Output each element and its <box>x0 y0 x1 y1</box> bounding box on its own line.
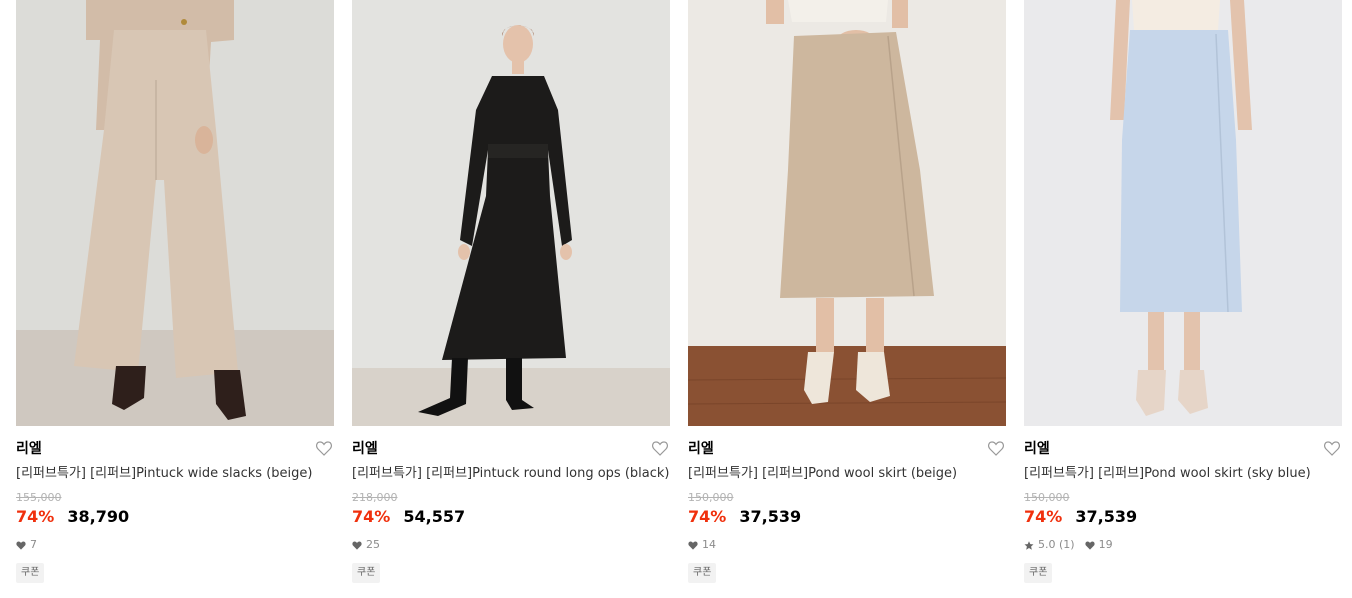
product-image[interactable] <box>352 0 670 426</box>
product-image[interactable] <box>688 0 1006 426</box>
price-row: 74% 38,790 <box>16 507 129 527</box>
product-title[interactable]: [리퍼브특가] [리퍼브]Pond wool skirt (beige) <box>688 465 1006 482</box>
sale-price: 37,539 <box>1075 507 1138 526</box>
heart-filled-icon <box>1084 541 1095 550</box>
heart-outline-icon[interactable] <box>988 441 1004 456</box>
likes-count: 7 <box>30 538 37 551</box>
product-photo-wool-skirt-sky-blue <box>1024 0 1342 426</box>
original-price: 150,000 <box>1024 491 1070 504</box>
heart-filled-icon <box>16 541 26 550</box>
product-meta: 5.0 (1) 19 <box>1024 538 1123 552</box>
product-photo-wide-slacks <box>16 0 334 426</box>
price-row: 74% 37,539 <box>1024 507 1137 527</box>
brand-name[interactable]: 리엘 <box>1024 440 1050 458</box>
brand-name[interactable]: 리엘 <box>688 440 714 458</box>
discount-rate: 74% <box>16 507 55 526</box>
rating: 5.0 (1) <box>1024 538 1075 552</box>
product-card[interactable]: 리엘 [리퍼브특가] [리퍼브]Pintuck wide slacks (bei… <box>16 0 334 598</box>
product-meta: 14 <box>688 538 726 552</box>
product-title[interactable]: [리퍼브특가] [리퍼브]Pintuck wide slacks (beige) <box>16 465 334 482</box>
likes: 25 <box>352 538 380 552</box>
original-price: 155,000 <box>16 491 62 504</box>
heart-filled-icon <box>352 541 362 550</box>
sale-price: 38,790 <box>67 507 130 526</box>
product-meta: 25 <box>352 538 390 552</box>
product-card[interactable]: 리엘 [리퍼브특가] [리퍼브]Pintuck round long ops (… <box>352 0 670 598</box>
coupon-badge: 쿠폰 <box>16 563 45 583</box>
product-card[interactable]: 리엘 [리퍼브특가] [리퍼브]Pond wool skirt (sky blu… <box>1024 0 1342 598</box>
product-photo-wool-skirt-beige <box>688 0 1006 426</box>
product-image[interactable] <box>1024 0 1342 426</box>
sale-price: 37,539 <box>739 507 802 526</box>
coupon-badge: 쿠폰 <box>688 563 717 583</box>
coupon-badge: 쿠폰 <box>352 563 381 583</box>
product-photo-long-dress <box>352 0 670 426</box>
discount-rate: 74% <box>688 507 727 526</box>
product-title[interactable]: [리퍼브특가] [리퍼브]Pintuck round long ops (bla… <box>352 465 670 482</box>
original-price: 218,000 <box>352 491 398 504</box>
likes: 14 <box>688 538 716 552</box>
product-grid: 리엘 [리퍼브특가] [리퍼브]Pintuck wide slacks (bei… <box>16 0 1342 598</box>
heart-outline-icon[interactable] <box>1324 441 1340 456</box>
star-icon <box>1024 540 1034 550</box>
coupon-badge: 쿠폰 <box>1024 563 1053 583</box>
product-meta: 7 <box>16 538 47 552</box>
original-price: 150,000 <box>688 491 734 504</box>
sale-price: 54,557 <box>403 507 466 526</box>
likes-count: 14 <box>702 538 716 551</box>
likes: 19 <box>1084 538 1113 552</box>
price-row: 74% 54,557 <box>352 507 465 527</box>
product-title[interactable]: [리퍼브특가] [리퍼브]Pond wool skirt (sky blue) <box>1024 465 1342 482</box>
product-card[interactable]: 리엘 [리퍼브특가] [리퍼브]Pond wool skirt (beige) … <box>688 0 1006 598</box>
price-row: 74% 37,539 <box>688 507 801 527</box>
heart-outline-icon[interactable] <box>652 441 668 456</box>
brand-name[interactable]: 리엘 <box>16 440 42 458</box>
heart-filled-icon <box>688 541 698 550</box>
discount-rate: 74% <box>352 507 391 526</box>
heart-outline-icon[interactable] <box>316 441 332 456</box>
likes-count: 25 <box>366 538 380 551</box>
likes: 7 <box>16 538 37 552</box>
rating-value: 5.0 (1) <box>1038 538 1075 551</box>
brand-name[interactable]: 리엘 <box>352 440 378 458</box>
discount-rate: 74% <box>1024 507 1063 526</box>
likes-count: 19 <box>1098 538 1113 551</box>
product-image[interactable] <box>16 0 334 426</box>
